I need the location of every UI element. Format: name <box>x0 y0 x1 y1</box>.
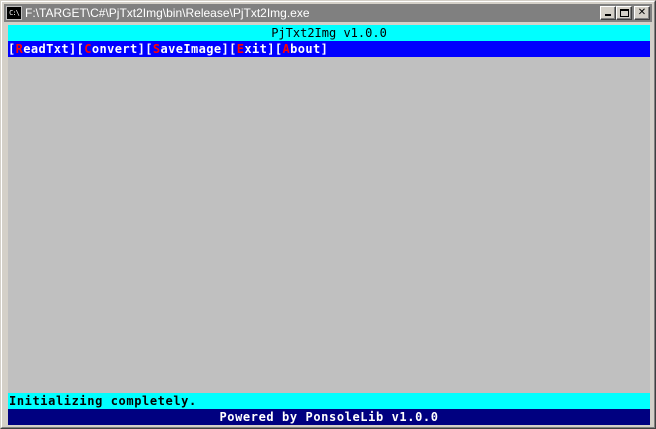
menu-label: aveImage <box>160 42 222 56</box>
status-bar: Initializing completely. <box>8 393 650 409</box>
menu-hotkey: C <box>84 42 92 56</box>
maximize-icon <box>620 9 629 17</box>
close-button[interactable]: ✕ <box>634 6 650 20</box>
console-area[interactable]: PjTxt2Img v1.0.0 [ReadTxt][Convert][Save… <box>8 25 650 425</box>
minimize-button[interactable] <box>600 6 616 20</box>
menu-item-about[interactable]: [About] <box>275 42 328 56</box>
menu-item-readtxt[interactable]: [ReadTxt] <box>8 42 77 56</box>
footer-bar: Powered by PonsoleLib v1.0.0 <box>8 409 650 425</box>
cmd-icon[interactable]: C:\ <box>6 6 22 20</box>
menu-label: bout <box>290 42 321 56</box>
window-right-edge <box>650 25 654 425</box>
menu-label: eadTxt <box>23 42 69 56</box>
console-body <box>8 57 650 393</box>
menu-item-saveimage[interactable]: [SaveImage] <box>145 42 229 56</box>
menu-label: xit <box>244 42 268 56</box>
menu-item-exit[interactable]: [Exit] <box>229 42 275 56</box>
title-bar[interactable]: C:\ F:\TARGET\C#\PjTxt2Img\bin\Release\P… <box>4 4 652 22</box>
title-buttons: ✕ <box>600 6 650 20</box>
minimize-icon <box>605 14 611 16</box>
window-title: F:\TARGET\C#\PjTxt2Img\bin\Release\PjTxt… <box>25 6 310 20</box>
menu-hotkey: A <box>282 42 291 56</box>
menu-hotkey: S <box>152 42 161 56</box>
menu-item-convert[interactable]: [Convert] <box>77 42 146 56</box>
maximize-button[interactable] <box>616 6 632 20</box>
menu-label: onvert <box>91 42 138 56</box>
menu-bar: [ReadTxt][Convert][SaveImage][Exit][Abou… <box>8 41 650 57</box>
console-window: C:\ F:\TARGET\C#\PjTxt2Img\bin\Release\P… <box>0 0 656 429</box>
close-icon: ✕ <box>637 7 647 18</box>
app-header: PjTxt2Img v1.0.0 <box>8 25 650 41</box>
